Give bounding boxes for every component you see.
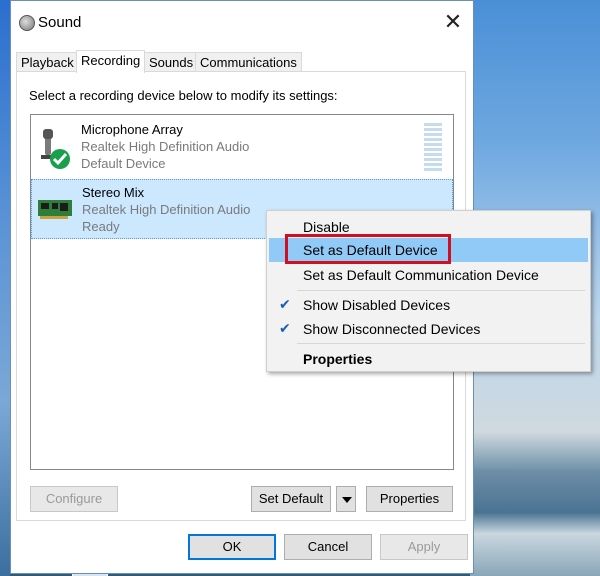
device-row-microphone-array[interactable]: Microphone Array Realtek High Definition… bbox=[31, 117, 453, 177]
desktop-wallpaper-sea bbox=[470, 470, 600, 576]
menu-separator bbox=[297, 343, 585, 344]
properties-button[interactable]: Properties bbox=[366, 486, 453, 512]
device-driver: Realtek High Definition Audio bbox=[81, 139, 250, 154]
set-default-button[interactable]: Set Default bbox=[251, 486, 331, 512]
set-default-dropdown-arrow[interactable] bbox=[336, 486, 356, 512]
ok-button[interactable]: OK bbox=[188, 534, 276, 560]
device-status: Default Device bbox=[81, 156, 166, 171]
menu-item-show-disabled-devices[interactable]: ✔ Show Disabled Devices bbox=[269, 293, 588, 317]
close-button[interactable]: ✕ bbox=[439, 9, 467, 37]
apply-button[interactable]: Apply bbox=[380, 534, 468, 560]
desktop-edge bbox=[0, 0, 10, 576]
tab-communications[interactable]: Communications bbox=[195, 52, 302, 72]
annotation-highlight-box bbox=[285, 234, 451, 264]
device-name: Microphone Array bbox=[81, 122, 183, 137]
tab-sounds[interactable]: Sounds bbox=[144, 52, 199, 72]
microphone-icon bbox=[35, 123, 81, 169]
speaker-icon bbox=[19, 15, 35, 31]
device-status: Ready bbox=[82, 219, 120, 234]
instruction-text: Select a recording device below to modif… bbox=[29, 88, 338, 103]
tab-recording[interactable]: Recording bbox=[76, 50, 146, 73]
checkmark-icon: ✔ bbox=[279, 297, 291, 313]
checkmark-icon: ✔ bbox=[279, 321, 291, 337]
menu-separator bbox=[297, 290, 585, 291]
tab-playback[interactable]: Playback bbox=[16, 52, 79, 72]
sound-card-icon bbox=[36, 186, 82, 232]
title-bar[interactable]: Sound ✕ bbox=[11, 1, 473, 45]
device-driver: Realtek High Definition Audio bbox=[82, 202, 251, 217]
level-meter bbox=[424, 123, 442, 171]
configure-button[interactable]: Configure bbox=[30, 486, 118, 512]
window-title: Sound bbox=[38, 14, 82, 31]
menu-item-properties[interactable]: Properties bbox=[269, 347, 588, 371]
menu-item-set-default-communication-device[interactable]: Set as Default Communication Device bbox=[269, 263, 588, 287]
menu-item-show-disconnected-devices[interactable]: ✔ Show Disconnected Devices bbox=[269, 317, 588, 341]
cancel-button[interactable]: Cancel bbox=[284, 534, 372, 560]
device-name: Stereo Mix bbox=[82, 185, 145, 200]
